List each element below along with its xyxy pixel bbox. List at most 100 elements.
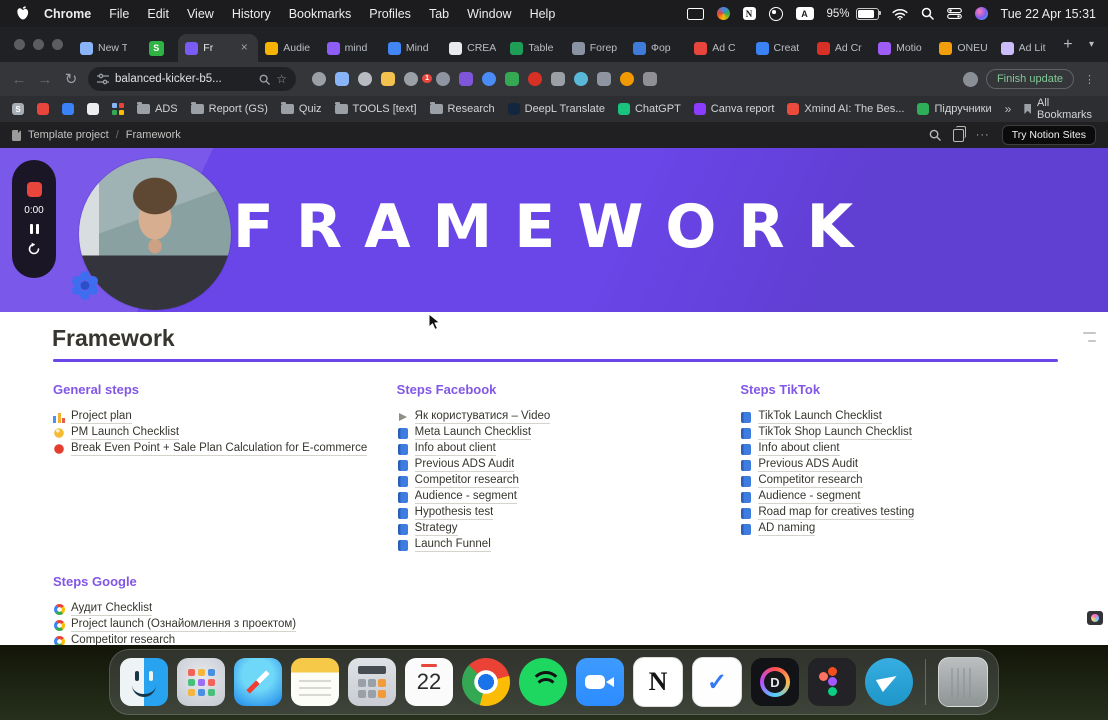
new-tab-button[interactable]: + xyxy=(1055,32,1081,58)
wifi-icon[interactable] xyxy=(891,8,908,20)
bookmark-folder[interactable]: Report (GS) xyxy=(190,102,268,115)
browser-tab[interactable]: Audie xyxy=(258,34,319,62)
bookmark-folder[interactable]: ADS xyxy=(137,102,178,115)
page-link[interactable]: Audience - segment xyxy=(397,490,715,505)
bookmark-grid-favicon[interactable] xyxy=(112,103,124,115)
tab-close-icon[interactable]: × xyxy=(237,41,251,55)
page-link[interactable]: Project plan xyxy=(53,410,371,425)
bookmark-favicon[interactable]: S xyxy=(12,103,24,115)
menu-item-history[interactable]: History xyxy=(223,7,280,21)
apple-logo-icon[interactable] xyxy=(16,6,29,21)
tab-search-chevron-icon[interactable]: ▾ xyxy=(1081,39,1102,50)
bookmark-folder[interactable]: TOOLS [text] xyxy=(334,102,417,115)
screen-mirroring-icon[interactable] xyxy=(686,7,704,20)
extension-icon[interactable] xyxy=(381,72,395,86)
menu-app-name[interactable]: Chrome xyxy=(35,7,100,21)
dock-chrome-icon[interactable] xyxy=(462,658,510,706)
all-bookmarks-button[interactable]: All Bookmarks xyxy=(1024,97,1096,121)
menu-item-profiles[interactable]: Profiles xyxy=(360,7,420,21)
page-link[interactable]: Launch Funnel xyxy=(397,538,715,553)
bookmark-folder[interactable]: Quiz xyxy=(280,102,322,115)
page-link[interactable]: Як користуватися – Video xyxy=(397,410,715,425)
bookmark-star-icon[interactable]: ☆ xyxy=(276,72,287,86)
dock-davinci-resolve-icon[interactable] xyxy=(751,658,799,706)
bookmark-link[interactable]: Xmind AI: The Bes... xyxy=(787,103,904,115)
page-link[interactable]: AD naming xyxy=(740,522,1058,537)
extension-icon[interactable] xyxy=(574,72,588,86)
page-link[interactable]: Previous ADS Audit xyxy=(740,458,1058,473)
extension-icon[interactable] xyxy=(459,72,473,86)
zoom-window-button[interactable] xyxy=(52,39,63,50)
page-link[interactable]: TikTok Shop Launch Checklist xyxy=(740,426,1058,441)
extension-icon[interactable] xyxy=(482,72,496,86)
page-link[interactable]: Info about client xyxy=(397,442,715,457)
extension-icon[interactable] xyxy=(505,72,519,86)
floating-extension-button[interactable] xyxy=(1087,611,1103,625)
page-link[interactable]: Break Even Point + Sale Plan Calculation… xyxy=(53,442,371,457)
browser-tab[interactable]: Forep xyxy=(565,34,626,62)
bookmark-link[interactable]: ChatGPT xyxy=(617,103,681,115)
address-bar[interactable]: balanced-kicker-b5... ☆ xyxy=(88,67,296,91)
finish-update-button[interactable]: Finish update xyxy=(985,69,1074,89)
bookmark-favicon[interactable] xyxy=(87,103,99,115)
menu-item-tab[interactable]: Tab xyxy=(420,7,458,21)
stop-recording-button[interactable] xyxy=(26,182,42,197)
pause-recording-button[interactable] xyxy=(29,224,39,234)
search-icon[interactable] xyxy=(929,129,941,141)
dock-notes-icon[interactable] xyxy=(291,658,339,706)
extension-icon[interactable] xyxy=(404,72,418,86)
more-options-icon[interactable]: ··· xyxy=(976,129,990,141)
browser-tab[interactable]: CREA xyxy=(442,34,503,62)
extension-icon[interactable] xyxy=(620,72,634,86)
browser-tab[interactable]: Ad C xyxy=(687,34,748,62)
notion-menubar-icon[interactable] xyxy=(742,7,756,20)
browser-tab[interactable]: ONEU xyxy=(932,34,993,62)
page-link[interactable]: Audience - segment xyxy=(740,490,1058,505)
browser-tab[interactable]: mind xyxy=(320,34,381,62)
bookmark-favicon[interactable] xyxy=(37,103,49,115)
browser-tab[interactable]: Фор xyxy=(626,34,687,62)
page-link[interactable]: Road map for creatives testing xyxy=(740,506,1058,521)
menu-item-window[interactable]: Window xyxy=(458,7,520,21)
extension-icon[interactable] xyxy=(358,72,372,86)
dock-zoom-icon[interactable] xyxy=(576,658,624,706)
bookmark-favicon[interactable] xyxy=(62,103,74,115)
bookmarks-overflow-chevron[interactable]: » xyxy=(1005,102,1012,116)
browser-tab-active[interactable]: Fr × xyxy=(178,34,259,62)
bookmark-link[interactable]: Canva report xyxy=(693,103,774,115)
chrome-menu-icon[interactable]: ⋮ xyxy=(1082,73,1098,86)
page-link[interactable]: Project launch (Ознайомлення з проектом) xyxy=(53,618,753,633)
extension-icon[interactable] xyxy=(312,72,326,86)
duplicate-icon[interactable] xyxy=(952,125,966,142)
page-link[interactable]: Meta Launch Checklist xyxy=(397,426,715,441)
siri-icon[interactable] xyxy=(974,7,988,20)
extension-icon[interactable] xyxy=(335,72,349,86)
battery-icon[interactable] xyxy=(855,7,882,20)
browser-tab[interactable]: New T xyxy=(73,34,134,62)
dock-spotify-icon[interactable] xyxy=(519,658,567,706)
browser-tab[interactable]: Motio xyxy=(871,34,932,62)
dock-figma-icon[interactable] xyxy=(808,658,856,706)
restart-recording-button[interactable] xyxy=(27,242,41,256)
browser-tab[interactable]: Creat xyxy=(749,34,810,62)
table-of-contents-indicator[interactable] xyxy=(1083,332,1096,342)
control-center-icon[interactable] xyxy=(946,8,962,19)
record-status-icon[interactable] xyxy=(768,6,783,21)
profile-avatar[interactable] xyxy=(962,71,978,87)
extension-icon[interactable] xyxy=(551,72,565,86)
profile-circle-icon[interactable] xyxy=(716,7,730,20)
browser-tab[interactable]: Table xyxy=(503,34,564,62)
close-window-button[interactable] xyxy=(14,39,25,50)
extension-icon[interactable] xyxy=(436,72,450,86)
page-link[interactable]: Competitor research xyxy=(740,474,1058,489)
breadcrumb-page[interactable]: Framework xyxy=(126,129,181,141)
dock-finder-icon[interactable] xyxy=(120,658,168,706)
back-button[interactable]: ← xyxy=(10,71,28,88)
page-link[interactable]: TikTok Launch Checklist xyxy=(740,410,1058,425)
minimize-window-button[interactable] xyxy=(33,39,44,50)
input-source-icon[interactable]: A xyxy=(795,7,814,20)
menu-item-bookmarks[interactable]: Bookmarks xyxy=(280,7,361,21)
menu-item-file[interactable]: File xyxy=(100,7,138,21)
browser-tab[interactable]: Ad Lit xyxy=(994,34,1055,62)
browser-tab[interactable]: Ad Cr xyxy=(810,34,871,62)
